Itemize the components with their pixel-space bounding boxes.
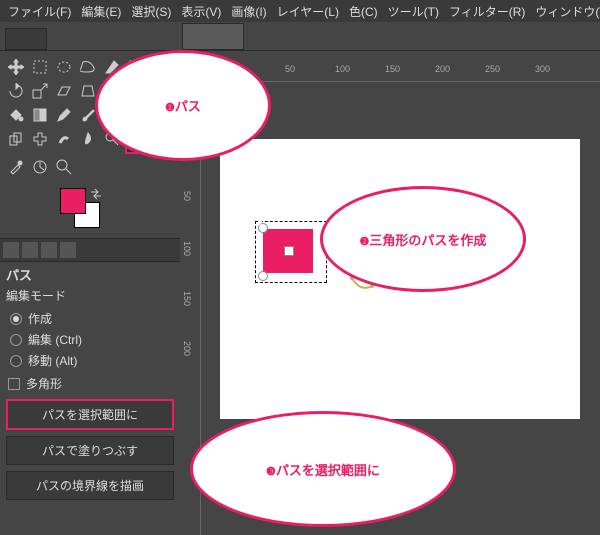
scale-tool-icon[interactable]: [29, 80, 51, 102]
ruler-tick: 250: [485, 64, 500, 74]
annotation-text: パス: [175, 99, 201, 114]
fg-color-swatch[interactable]: [60, 188, 86, 214]
annotation-text: パスを選択範囲に: [276, 463, 380, 478]
ruler-tick: 50: [285, 64, 295, 74]
menu-bar: ファイル(F) 編集(E) 選択(S) 表示(V) 画像(I) レイヤー(L) …: [0, 0, 600, 22]
annotation-number: ❸: [266, 466, 276, 478]
bubble-tail-icon: [248, 198, 272, 226]
dock-tab-icon[interactable]: [41, 242, 57, 258]
radio-create[interactable]: 作成: [0, 308, 180, 329]
ruler-tick: 100: [335, 64, 350, 74]
radio-edit[interactable]: 編集 (Ctrl): [0, 329, 180, 350]
menu-window[interactable]: ウィンドウ(W): [530, 3, 600, 20]
menu-color[interactable]: 色(C): [344, 3, 383, 20]
swap-colors-icon[interactable]: [90, 188, 102, 200]
checkbox-icon: [8, 378, 20, 390]
tab-inactive[interactable]: [5, 28, 47, 50]
fill-path-button[interactable]: パスで塗りつぶす: [6, 436, 174, 465]
annotation-number: ❷: [360, 236, 370, 248]
annotation-bubble-1: ❶パス: [95, 50, 271, 161]
blur-tool-icon[interactable]: [77, 128, 99, 150]
annotation-bubble-3: ❸パスを選択範囲に: [190, 411, 456, 527]
annotation-text: 三角形のパスを作成: [369, 233, 486, 248]
menu-select[interactable]: 選択(S): [126, 3, 176, 20]
radio-icon: [10, 355, 22, 367]
ruler-tick: 300: [535, 64, 550, 74]
radio-icon: [10, 334, 22, 346]
color-picker-icon[interactable]: [5, 156, 27, 178]
menu-file[interactable]: ファイル(F): [3, 3, 76, 20]
zoom-tool-icon[interactable]: [53, 156, 75, 178]
menu-image[interactable]: 画像(I): [226, 3, 271, 20]
color-swatches[interactable]: [60, 188, 180, 238]
checkbox-polygon[interactable]: 多角形: [0, 371, 180, 396]
tool-options-title: パス: [0, 262, 180, 287]
rect-select-icon[interactable]: [29, 56, 51, 78]
menu-view[interactable]: 表示(V): [176, 3, 226, 20]
dock-tab-icon[interactable]: [60, 242, 76, 258]
shear-tool-icon[interactable]: [53, 80, 75, 102]
ruler-tick: 150: [182, 291, 192, 306]
heal-tool-icon[interactable]: [29, 128, 51, 150]
radio-move[interactable]: 移動 (Alt): [0, 350, 180, 371]
smudge-tool-icon[interactable]: [53, 128, 75, 150]
move-tool-icon[interactable]: [5, 56, 27, 78]
path-anchor-handle[interactable]: [258, 271, 268, 281]
dock-tab-icon[interactable]: [3, 242, 19, 258]
menu-layer[interactable]: レイヤー(L): [272, 3, 344, 20]
path-to-selection-button[interactable]: パスを選択範囲に: [6, 399, 174, 430]
checkbox-label: 多角形: [26, 375, 62, 392]
measure-tool-icon[interactable]: [29, 156, 51, 178]
menu-edit[interactable]: 編集(E): [76, 3, 126, 20]
annotation-bubble-2: ❷三角形のパスを作成: [320, 186, 526, 292]
ruler-tick: 200: [435, 64, 450, 74]
menu-filter[interactable]: フィルター(R): [444, 3, 530, 20]
ruler-tick: 150: [385, 64, 400, 74]
path-center-handle[interactable]: [284, 246, 294, 256]
ruler-tick: 200: [182, 341, 192, 356]
ruler-tick: 100: [182, 241, 192, 256]
radio-label: 編集 (Ctrl): [28, 331, 82, 348]
stroke-path-button[interactable]: パスの境界線を描画: [6, 471, 174, 500]
bucket-fill-icon[interactable]: [5, 104, 27, 126]
tab-bar: [0, 22, 600, 51]
gradient-tool-icon[interactable]: [29, 104, 51, 126]
radio-label: 移動 (Alt): [28, 352, 77, 369]
clone-tool-icon[interactable]: [5, 128, 27, 150]
dock-tab-icon[interactable]: [22, 242, 38, 258]
tab-active[interactable]: [182, 23, 244, 50]
ellipse-select-icon[interactable]: [53, 56, 75, 78]
radio-label: 作成: [28, 310, 52, 327]
rotate-tool-icon[interactable]: [5, 80, 27, 102]
dock-tabs: [0, 238, 180, 262]
annotation-number: ❶: [165, 102, 175, 114]
radio-icon: [10, 313, 22, 325]
pencil-tool-icon[interactable]: [53, 104, 75, 126]
ruler-tick: 50: [182, 191, 192, 201]
edit-mode-label: 編集モード: [0, 287, 180, 308]
bubble-tail-icon: [463, 389, 493, 413]
free-select-icon[interactable]: [77, 56, 99, 78]
menu-tools[interactable]: ツール(T): [383, 3, 444, 20]
